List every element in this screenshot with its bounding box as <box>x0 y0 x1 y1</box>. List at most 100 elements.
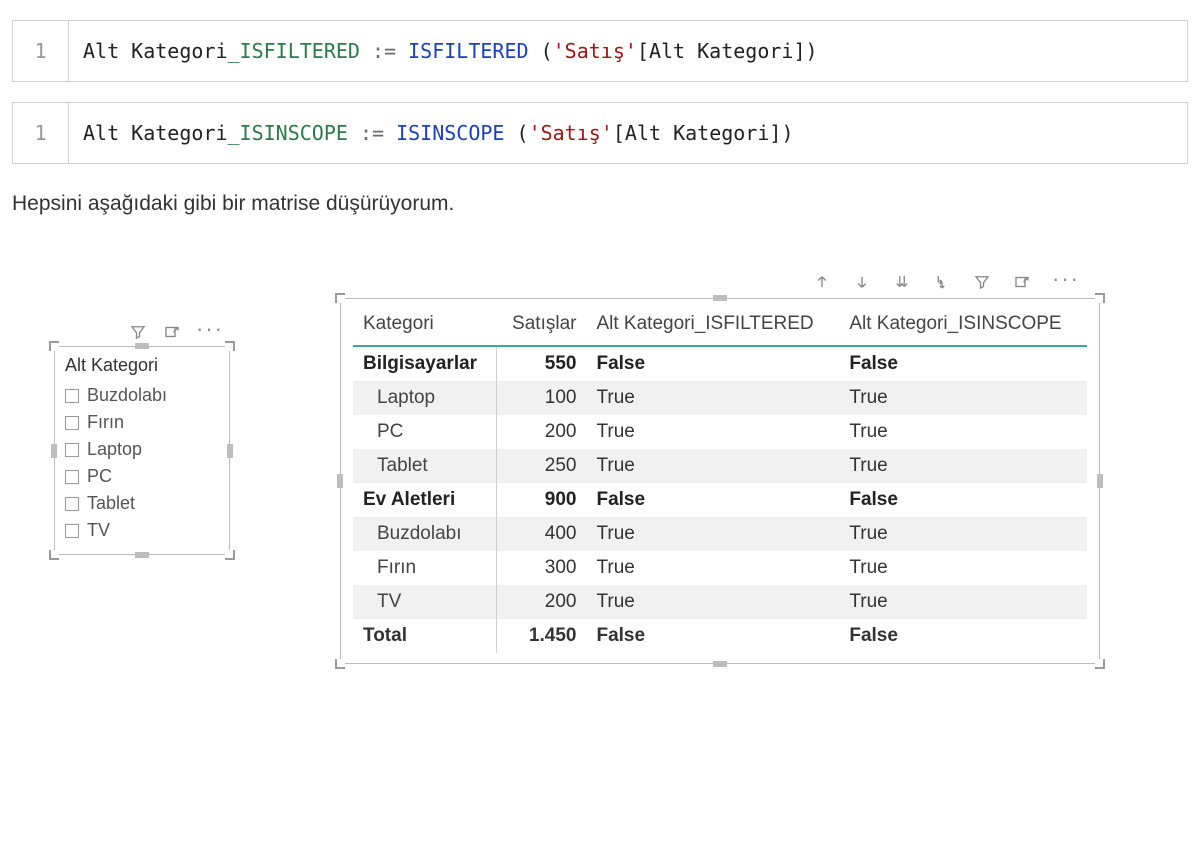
cell-sales: 250 <box>496 449 586 483</box>
paragraph: Hepsini aşağıdaki gibi bir matrise düşür… <box>12 192 1188 216</box>
table-row[interactable]: Buzdolabı400TrueTrue <box>353 517 1087 551</box>
cell-sales: 550 <box>496 346 586 381</box>
measure-name: Alt Kategori <box>83 121 228 145</box>
cell-isinscope: True <box>839 585 1087 619</box>
cell-isfiltered: False <box>586 346 839 381</box>
col-header[interactable]: Kategori <box>353 305 496 346</box>
resize-handle[interactable] <box>135 552 149 558</box>
cell-sales: 300 <box>496 551 586 585</box>
cell-sales: 200 <box>496 415 586 449</box>
resize-handle[interactable] <box>225 550 235 560</box>
cell-isinscope: True <box>839 415 1087 449</box>
focus-mode-icon[interactable] <box>162 322 182 342</box>
table-string: 'Satış' <box>553 39 637 63</box>
cell-sales: 100 <box>496 381 586 415</box>
row-header: PC <box>353 415 496 449</box>
matrix-frame[interactable]: Kategori Satışlar Alt Kategori_ISFILTERE… <box>340 298 1100 664</box>
row-header: Total <box>353 619 496 653</box>
table-row[interactable]: PC200TrueTrue <box>353 415 1087 449</box>
resize-handle[interactable] <box>49 550 59 560</box>
dax-function: ISINSCOPE <box>396 121 504 145</box>
filter-icon[interactable] <box>972 272 992 292</box>
cell-isfiltered: True <box>586 517 839 551</box>
focus-mode-icon[interactable] <box>1012 272 1032 292</box>
resize-handle[interactable] <box>49 341 59 351</box>
dax-function: ISFILTERED <box>408 39 528 63</box>
resize-handle[interactable] <box>227 444 233 458</box>
cell-sales: 200 <box>496 585 586 619</box>
matrix-visual[interactable]: ··· Kategori Satışlar Alt Kategori_ISFIL… <box>340 272 1100 664</box>
cell-isfiltered: True <box>586 415 839 449</box>
cell-isfiltered: True <box>586 585 839 619</box>
resize-handle[interactable] <box>335 659 345 669</box>
row-header: Laptop <box>353 381 496 415</box>
checkbox-icon[interactable] <box>65 389 79 403</box>
cell-isinscope: True <box>839 551 1087 585</box>
drill-up-icon[interactable] <box>812 272 832 292</box>
table-row[interactable]: Tablet250TrueTrue <box>353 449 1087 483</box>
col-header[interactable]: Alt Kategori_ISFILTERED <box>586 305 839 346</box>
resize-handle[interactable] <box>335 293 345 303</box>
code-line: Alt Kategori_ISFILTERED := ISFILTERED ('… <box>69 21 1187 81</box>
slicer-item-label: TV <box>87 520 110 541</box>
slicer-item[interactable]: PC <box>61 463 223 490</box>
drill-down-icon[interactable] <box>852 272 872 292</box>
cell-isfiltered: True <box>586 551 839 585</box>
matrix-table: Kategori Satışlar Alt Kategori_ISFILTERE… <box>353 305 1087 653</box>
filter-icon[interactable] <box>128 322 148 342</box>
resize-handle[interactable] <box>1097 474 1103 488</box>
slicer-visual[interactable]: ··· Alt Kategori BuzdolabıFırınLaptopPCT… <box>54 322 230 555</box>
row-header: TV <box>353 585 496 619</box>
row-header: Ev Aletleri <box>353 483 496 517</box>
close-paren: ) <box>781 121 793 145</box>
code-line-number: 1 <box>13 21 69 81</box>
checkbox-icon[interactable] <box>65 497 79 511</box>
slicer-item[interactable]: Fırın <box>61 409 223 436</box>
row-header: Fırın <box>353 551 496 585</box>
checkbox-icon[interactable] <box>65 470 79 484</box>
table-row[interactable]: Ev Aletleri900FalseFalse <box>353 483 1087 517</box>
slicer-item[interactable]: TV <box>61 517 223 544</box>
resize-handle[interactable] <box>713 661 727 667</box>
resize-handle[interactable] <box>135 343 149 349</box>
resize-handle[interactable] <box>713 295 727 301</box>
table-row[interactable]: Laptop100TrueTrue <box>353 381 1087 415</box>
assign-op: := <box>348 121 396 145</box>
slicer-item[interactable]: Buzdolabı <box>61 382 223 409</box>
cell-sales: 900 <box>496 483 586 517</box>
slicer-item-label: Tablet <box>87 493 135 514</box>
checkbox-icon[interactable] <box>65 443 79 457</box>
more-options-icon[interactable]: ··· <box>1052 272 1080 292</box>
code-line-number: 1 <box>13 103 69 163</box>
column-ref: [Alt Kategori] <box>613 121 782 145</box>
resize-handle[interactable] <box>337 474 343 488</box>
checkbox-icon[interactable] <box>65 416 79 430</box>
more-options-icon[interactable]: ··· <box>196 322 224 342</box>
expand-next-level-icon[interactable] <box>932 272 952 292</box>
code-box-2: 1 Alt Kategori_ISINSCOPE := ISINSCOPE ('… <box>12 102 1188 164</box>
table-row[interactable]: TV200TrueTrue <box>353 585 1087 619</box>
table-row[interactable]: Total1.450FalseFalse <box>353 619 1087 653</box>
close-paren: ) <box>806 39 818 63</box>
slicer-frame[interactable]: Alt Kategori BuzdolabıFırınLaptopPCTable… <box>54 346 230 555</box>
resize-handle[interactable] <box>1095 659 1105 669</box>
cell-isinscope: True <box>839 517 1087 551</box>
table-row[interactable]: Bilgisayarlar550FalseFalse <box>353 346 1087 381</box>
resize-handle[interactable] <box>1095 293 1105 303</box>
slicer-item[interactable]: Tablet <box>61 490 223 517</box>
resize-handle[interactable] <box>51 444 57 458</box>
assign-op: := <box>360 39 408 63</box>
slicer-item[interactable]: Laptop <box>61 436 223 463</box>
cell-isfiltered: True <box>586 449 839 483</box>
col-header[interactable]: Satışlar <box>496 305 586 346</box>
table-row[interactable]: Fırın300TrueTrue <box>353 551 1087 585</box>
open-paren: ( <box>529 39 553 63</box>
cell-sales: 400 <box>496 517 586 551</box>
column-ref: [Alt Kategori] <box>637 39 806 63</box>
col-header[interactable]: Alt Kategori_ISINSCOPE <box>839 305 1087 346</box>
checkbox-icon[interactable] <box>65 524 79 538</box>
matrix-header-row: Kategori Satışlar Alt Kategori_ISFILTERE… <box>353 305 1087 346</box>
resize-handle[interactable] <box>225 341 235 351</box>
slicer-item-label: PC <box>87 466 112 487</box>
expand-all-down-icon[interactable] <box>892 272 912 292</box>
